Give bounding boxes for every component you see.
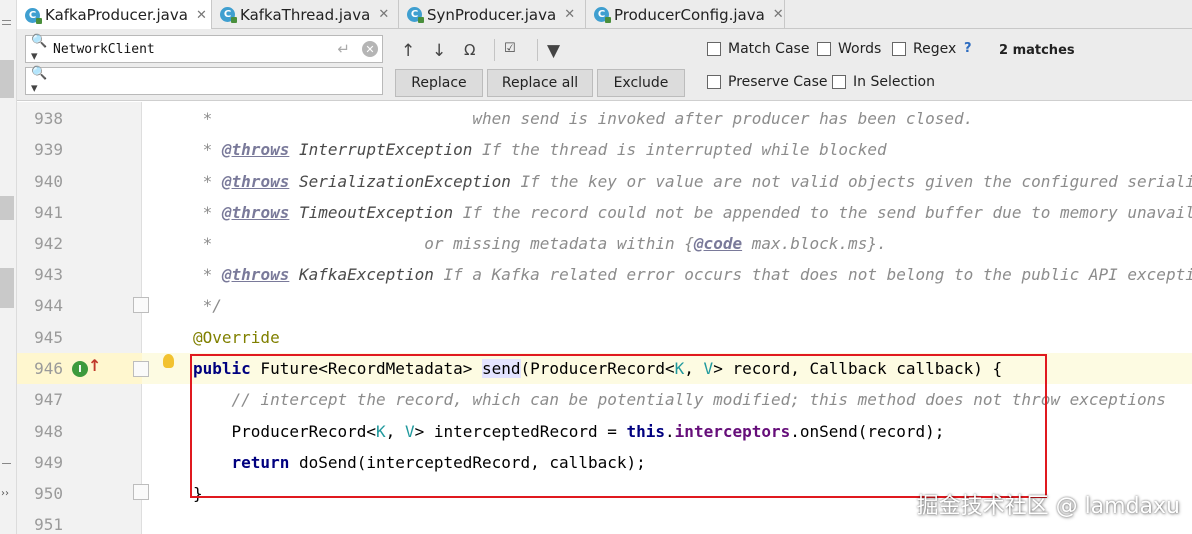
clear-icon[interactable]: ✕ [362,41,378,57]
line-number: 942 [34,234,63,253]
code-text[interactable]: @Override [193,322,280,353]
new-line-icon[interactable]: ↵ [337,40,350,58]
code-line[interactable]: 941 * @throws TimeoutException If the re… [17,197,1192,228]
code-text[interactable]: * @throws InterruptException If the thre… [193,134,887,165]
close-icon[interactable]: ✕ [196,8,207,23]
override-arrow-icon[interactable]: ↑ [88,356,101,375]
tab-producerconfig[interactable]: C ProducerConfig.java ✕ [586,0,785,29]
line-number: 945 [34,328,63,347]
tab-label: KafkaProducer.java [45,6,188,24]
line-number: 940 [34,172,63,191]
code-line[interactable]: 944 */ [17,290,1192,321]
strip-divider [2,463,11,464]
words-label: Words [838,41,882,57]
code-editor[interactable]: 938 * when send is invoked after produce… [17,102,1192,534]
funnel-filter-icon[interactable]: ▼ [547,41,560,61]
strip-marker [0,196,14,220]
code-line[interactable]: 938 * when send is invoked after produce… [17,103,1192,134]
code-line[interactable]: 939 * @throws InterruptException If the … [17,134,1192,165]
java-class-icon: C [25,7,42,24]
strip-divider [2,20,11,21]
code-text[interactable]: * @throws KafkaException If a Kafka rela… [193,259,1192,290]
line-number: 938 [34,109,63,128]
select-all-occurrences-icon[interactable]: Ω [464,41,475,59]
search-input[interactable]: 🔍▾ NetworkClient ↵ ✕ [25,34,383,64]
in-selection-checkbox[interactable]: In Selection [832,74,935,90]
line-number: 944 [34,296,63,315]
checkbox[interactable] [832,75,846,89]
code-text[interactable]: */ [193,290,222,321]
implements-marker-icon[interactable]: I [72,361,88,377]
line-number: 939 [34,140,63,159]
line-number: 941 [34,203,63,222]
code-line[interactable]: 945 @Override [17,322,1192,353]
checkbox[interactable] [707,75,721,89]
replace-button[interactable]: Replace [395,69,483,97]
toolbar-separator [537,39,538,61]
line-number: 947 [34,390,63,409]
code-line[interactable]: 940 * @throws SerializationException If … [17,166,1192,197]
strip-marker [0,268,14,308]
close-icon[interactable]: ✕ [564,7,575,22]
code-text[interactable]: * @throws TimeoutException If the record… [193,197,1192,228]
line-number: 946 [34,359,63,378]
search-value[interactable]: NetworkClient [53,42,337,57]
editor-tab-bar: C KafkaProducer.java ✕ C KafkaThread.jav… [17,0,1192,30]
match-case-label: Match Case [728,41,810,57]
regex-checkbox[interactable]: Regex [892,41,956,57]
fold-icon[interactable] [133,361,149,377]
java-class-icon: C [220,7,237,23]
regex-label: Regex [913,41,957,57]
tab-label: SynProducer.java [427,5,557,24]
replace-input[interactable]: 🔍▾ [25,66,383,96]
line-number: 948 [34,422,63,441]
fold-icon[interactable] [133,484,149,500]
match-case-checkbox[interactable]: Match Case [707,41,809,57]
tab-synproducer[interactable]: C SynProducer.java ✕ [399,0,586,29]
watermark: 掘金技术社区 @ lamdaxu [916,494,1180,519]
lightbulb-icon[interactable] [163,354,174,368]
checkbox[interactable] [707,42,721,56]
java-class-icon: C [594,7,611,23]
toolbar-separator [494,39,495,61]
tab-label: KafkaThread.java [240,5,371,24]
code-text[interactable]: * when send is invoked after producer ha… [193,103,974,134]
strip-divider [2,24,11,25]
match-count: 2 matches [999,43,1075,58]
search-icon[interactable]: 🔍▾ [31,66,53,96]
preserve-case-checkbox[interactable]: Preserve Case [707,74,828,90]
exclude-button[interactable]: Exclude [597,69,685,97]
in-selection-label: In Selection [853,74,935,90]
search-icon[interactable]: 🔍▾ [31,34,53,64]
highlight-annotation-box [190,354,1047,498]
line-number: 951 [34,515,63,534]
checkbox[interactable] [817,42,831,56]
code-line[interactable]: 942 * or missing metadata within {@code … [17,228,1192,259]
find-replace-bar: 🔍▾ NetworkClient ↵ ✕ 🔍▾ ↑ ↓ Ω ☑ ▼ Replac… [17,29,1192,101]
line-number: 950 [34,484,63,503]
code-text[interactable]: * @throws SerializationException If the … [193,166,1192,197]
tool-window-strip: ›› [0,0,17,534]
strip-marker [0,60,14,98]
arrow-up-icon[interactable]: ↑ [401,41,415,61]
line-number: 943 [34,265,63,284]
replace-all-button[interactable]: Replace all [487,69,593,97]
tab-kafkathread[interactable]: C KafkaThread.java ✕ [212,0,399,29]
line-number: 949 [34,453,63,472]
close-icon[interactable]: ✕ [773,7,784,22]
filter-options-icon[interactable]: ☑ [504,41,516,56]
close-icon[interactable]: ✕ [378,7,389,22]
checkbox[interactable] [892,42,906,56]
fold-icon[interactable] [133,297,149,313]
regex-help-link[interactable]: ? [964,41,972,56]
arrow-down-icon[interactable]: ↓ [432,41,446,61]
preserve-case-label: Preserve Case [728,74,828,90]
words-checkbox[interactable]: Words [817,41,881,57]
code-line[interactable]: 943 * @throws KafkaException If a Kafka … [17,259,1192,290]
java-class-icon: C [407,7,424,23]
chevron-right-icon[interactable]: ›› [1,488,9,499]
tab-label: ProducerConfig.java [614,5,765,24]
code-text[interactable]: * or missing metadata within {@code max.… [193,228,887,259]
tab-kafkaproducer[interactable]: C KafkaProducer.java ✕ [17,0,212,30]
